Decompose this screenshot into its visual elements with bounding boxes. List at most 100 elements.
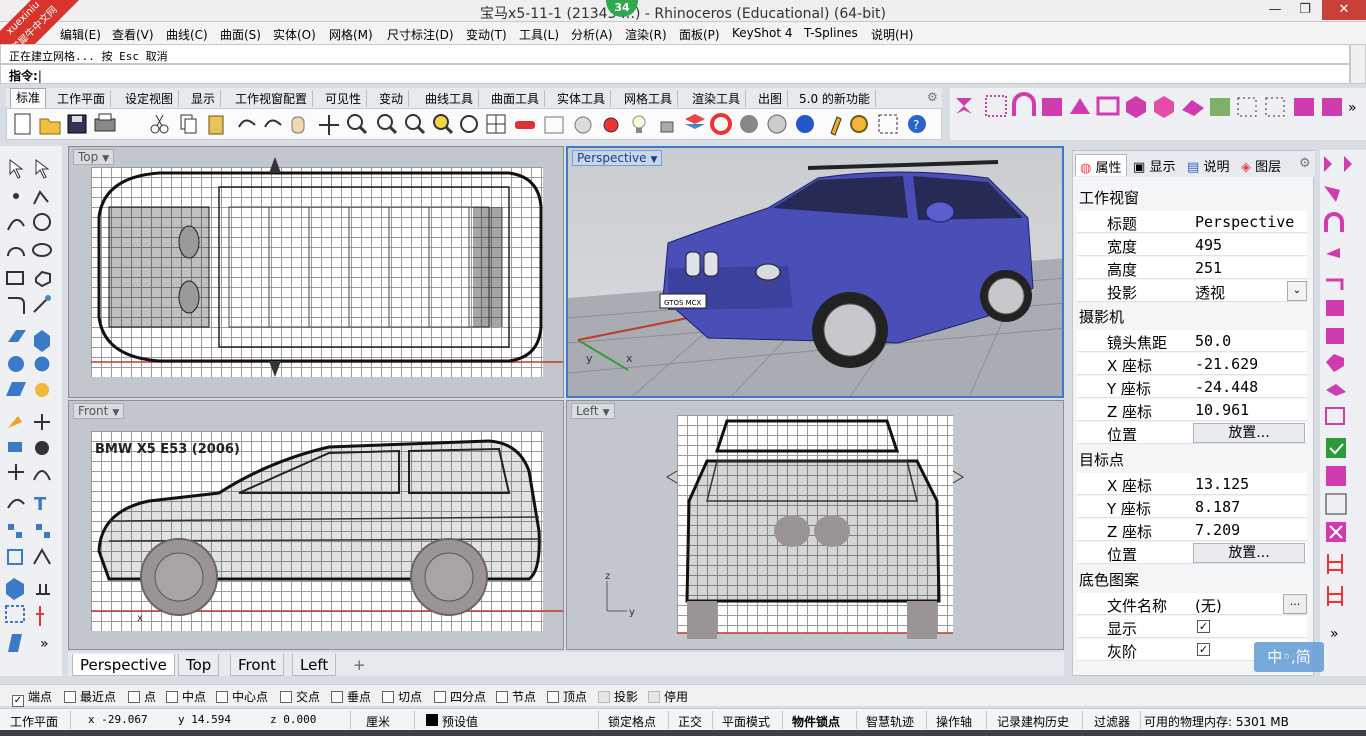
maximize-button[interactable]: ❐ xyxy=(1290,0,1320,20)
transform-move-icon[interactable] xyxy=(8,464,24,480)
tab-set-view[interactable]: 设定视图 xyxy=(120,90,180,107)
unroll-icon[interactable] xyxy=(1325,493,1347,515)
top-viewport-label[interactable]: Top ▼ xyxy=(73,149,115,165)
osnap-project-checkbox[interactable] xyxy=(598,691,610,703)
stair-icon[interactable] xyxy=(1327,586,1343,606)
osnap-point[interactable]: 点 xyxy=(128,688,156,705)
command-prompt[interactable]: 指令:| xyxy=(0,64,1350,84)
rendered-sphere-icon[interactable] xyxy=(767,114,787,134)
tab-properties[interactable]: ◍ 属性 xyxy=(1075,154,1127,176)
osnap-vertex[interactable]: 顶点 xyxy=(547,688,587,705)
chevron-down-icon[interactable]: ⌄ xyxy=(1287,281,1307,301)
osnap-mid[interactable]: 中点 xyxy=(166,688,206,705)
menu-help[interactable]: 说明(H) xyxy=(871,26,913,43)
cage-icon[interactable] xyxy=(1326,328,1344,344)
mirror-icon[interactable] xyxy=(33,547,51,565)
tab-top[interactable]: Top xyxy=(178,654,220,676)
menu-mesh[interactable]: 网格(M) xyxy=(329,26,373,43)
arch-surface-icon[interactable] xyxy=(1324,212,1344,232)
osnap-disable-checkbox[interactable] xyxy=(648,691,660,703)
ime-indicator[interactable]: 中◦,简 xyxy=(1254,642,1324,672)
osnap-end[interactable]: ✓ 端点 xyxy=(12,688,52,707)
osnap-tan[interactable]: 切点 xyxy=(382,688,422,705)
osnap-perp-checkbox[interactable] xyxy=(331,691,343,703)
cut-icon[interactable] xyxy=(150,114,169,134)
menu-tools[interactable]: 工具(L) xyxy=(519,26,559,43)
toolbar-settings-icon[interactable]: ⚙ xyxy=(922,90,943,107)
close-button[interactable]: ✕ xyxy=(1322,0,1366,20)
osnap-quad[interactable]: 四分点 xyxy=(434,688,486,705)
extrude-icon[interactable] xyxy=(1154,96,1174,118)
menu-transform[interactable]: 变动(T) xyxy=(466,26,507,43)
color-wheel-icon[interactable] xyxy=(710,113,732,135)
tab-notes[interactable]: ▤ 说明 xyxy=(1183,154,1233,176)
osnap-quad-checkbox[interactable] xyxy=(434,691,446,703)
osnap-int-checkbox[interactable] xyxy=(280,691,292,703)
grid-surface-icon[interactable] xyxy=(1326,466,1346,486)
row-width[interactable]: 宽度 495 xyxy=(1077,234,1307,256)
wireframe-mode-icon[interactable] xyxy=(544,116,564,134)
panel-split-icon[interactable] xyxy=(1325,407,1345,425)
osnap-center-checkbox[interactable] xyxy=(216,691,228,703)
browse-file-button[interactable]: ... xyxy=(1283,594,1307,614)
mesh-icon[interactable] xyxy=(33,355,51,373)
wrap-icon[interactable] xyxy=(1326,384,1346,396)
open-file-icon[interactable] xyxy=(39,118,61,135)
material-sphere-icon[interactable] xyxy=(796,115,814,133)
row-title[interactable]: 标题 Perspective xyxy=(1077,211,1307,233)
polyline-icon[interactable] xyxy=(33,190,49,205)
undo-icon[interactable] xyxy=(238,119,256,128)
tab-cplanes[interactable]: 工作平面 xyxy=(52,90,112,107)
tab-curve-tools[interactable]: 曲线工具 xyxy=(420,90,480,107)
pen-icon[interactable] xyxy=(830,116,842,136)
sphere-icon[interactable] xyxy=(8,356,24,372)
osnap-center[interactable]: 中心点 xyxy=(216,688,268,705)
offset-curve-icon[interactable] xyxy=(33,295,51,313)
surface-edit-icon[interactable] xyxy=(6,382,26,396)
polygon-solid-icon[interactable] xyxy=(1326,354,1344,372)
status-cplane[interactable]: 工作平面 xyxy=(10,713,58,730)
perspective-viewport-label[interactable]: Perspective ▼ xyxy=(572,150,663,166)
loft-icon[interactable] xyxy=(956,98,972,114)
point-icon[interactable] xyxy=(13,193,19,199)
target-place-button[interactable]: 放置... xyxy=(1193,543,1305,563)
select-arrow-icon[interactable] xyxy=(9,159,24,179)
select-filter-icon[interactable] xyxy=(603,117,619,133)
delete-points-icon[interactable] xyxy=(1326,522,1346,542)
curve-icon[interactable] xyxy=(7,219,25,231)
tab-surface-tools[interactable]: 曲面工具 xyxy=(486,90,546,107)
row-lens[interactable]: 镜头焦距 50.0 xyxy=(1077,330,1307,352)
ladder-icon[interactable] xyxy=(1327,554,1343,574)
boolean-union-icon[interactable] xyxy=(8,442,22,452)
menu-view[interactable]: 查看(V) xyxy=(112,26,154,43)
rectangle-icon[interactable] xyxy=(6,271,24,285)
zoom-window-icon[interactable] xyxy=(377,114,398,135)
blend-icon[interactable] xyxy=(1096,96,1120,116)
new-file-icon[interactable] xyxy=(14,113,31,135)
options-gear-icon[interactable] xyxy=(850,115,868,133)
ellipse-icon[interactable] xyxy=(32,243,52,257)
pan-hand-icon[interactable] xyxy=(291,116,305,134)
left-viewport[interactable]: z y Left ▼ xyxy=(566,400,1064,650)
osnap-point-checkbox[interactable] xyxy=(128,691,140,703)
cube-icon[interactable] xyxy=(1126,96,1146,118)
grayscale-checkbox[interactable]: ✓ xyxy=(1197,643,1210,656)
menu-analyze[interactable]: 分析(A) xyxy=(571,26,613,43)
patch-icon[interactable] xyxy=(1182,100,1204,116)
analysis-icon[interactable] xyxy=(8,634,22,652)
zoom-selected-icon[interactable] xyxy=(433,114,454,135)
split-icon[interactable] xyxy=(1322,98,1342,116)
text-icon[interactable]: T xyxy=(34,494,47,515)
grid-points-icon[interactable] xyxy=(5,605,25,623)
left-viewport-label[interactable]: Left ▼ xyxy=(571,403,615,419)
row-projection[interactable]: 投影 透视 ⌄ xyxy=(1077,280,1307,302)
sweep-icon[interactable] xyxy=(1042,98,1062,116)
menu-panels[interactable]: 面板(P) xyxy=(679,26,720,43)
row-camera-z[interactable]: Z 座标 10.961 xyxy=(1077,399,1307,421)
row-camera-x[interactable]: X 座标 -21.629 xyxy=(1077,353,1307,375)
lock-icon[interactable] xyxy=(660,121,674,133)
pipe-icon[interactable] xyxy=(36,584,50,595)
camera-place-button[interactable]: 放置... xyxy=(1193,423,1305,443)
front-viewport-label[interactable]: Front ▼ xyxy=(73,403,125,419)
menu-render[interactable]: 渲染(R) xyxy=(625,26,667,43)
